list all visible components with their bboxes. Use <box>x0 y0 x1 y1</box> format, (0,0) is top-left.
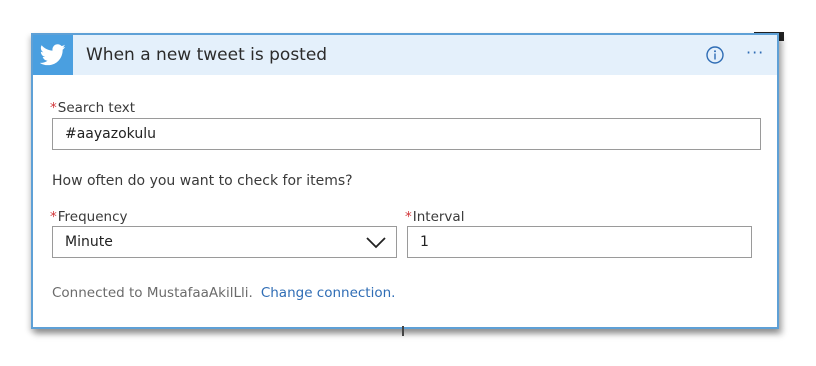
chevron-down-icon <box>366 237 386 249</box>
flow-canvas: When a new tweet is posted ··· *Search t… <box>0 0 816 366</box>
trigger-card: When a new tweet is posted ··· *Search t… <box>31 33 779 329</box>
connection-status: Connected to MustafaaAkilLli. Change conn… <box>52 285 395 301</box>
frequency-label: *Frequency <box>50 209 128 225</box>
info-icon[interactable] <box>706 46 724 64</box>
twitter-bird-icon <box>40 44 66 66</box>
twitter-icon <box>33 35 73 75</box>
frequency-value: Minute <box>65 234 113 250</box>
search-text-label: *Search text <box>50 100 135 116</box>
change-connection-link[interactable]: Change connection. <box>261 285 396 301</box>
frequency-select[interactable]: Minute <box>52 226 397 258</box>
search-text-input[interactable]: #aayazokulu <box>52 118 761 150</box>
required-mark: * <box>405 209 412 225</box>
card-header[interactable]: When a new tweet is posted ··· <box>33 35 777 75</box>
required-mark: * <box>50 209 57 225</box>
interval-label-text: Interval <box>412 209 465 225</box>
interval-input[interactable]: 1 <box>407 226 752 258</box>
trigger-title: When a new tweet is posted <box>86 45 328 65</box>
required-mark: * <box>50 100 57 116</box>
check-frequency-question: How often do you want to check for items… <box>52 173 353 189</box>
connector-bottom <box>402 326 404 336</box>
more-options-icon[interactable]: ··· <box>746 45 768 64</box>
frequency-label-text: Frequency <box>57 209 128 225</box>
search-text-label-text: Search text <box>57 100 136 116</box>
interval-label: *Interval <box>405 209 464 225</box>
connected-text: Connected to MustafaaAkilLli. <box>52 285 253 301</box>
